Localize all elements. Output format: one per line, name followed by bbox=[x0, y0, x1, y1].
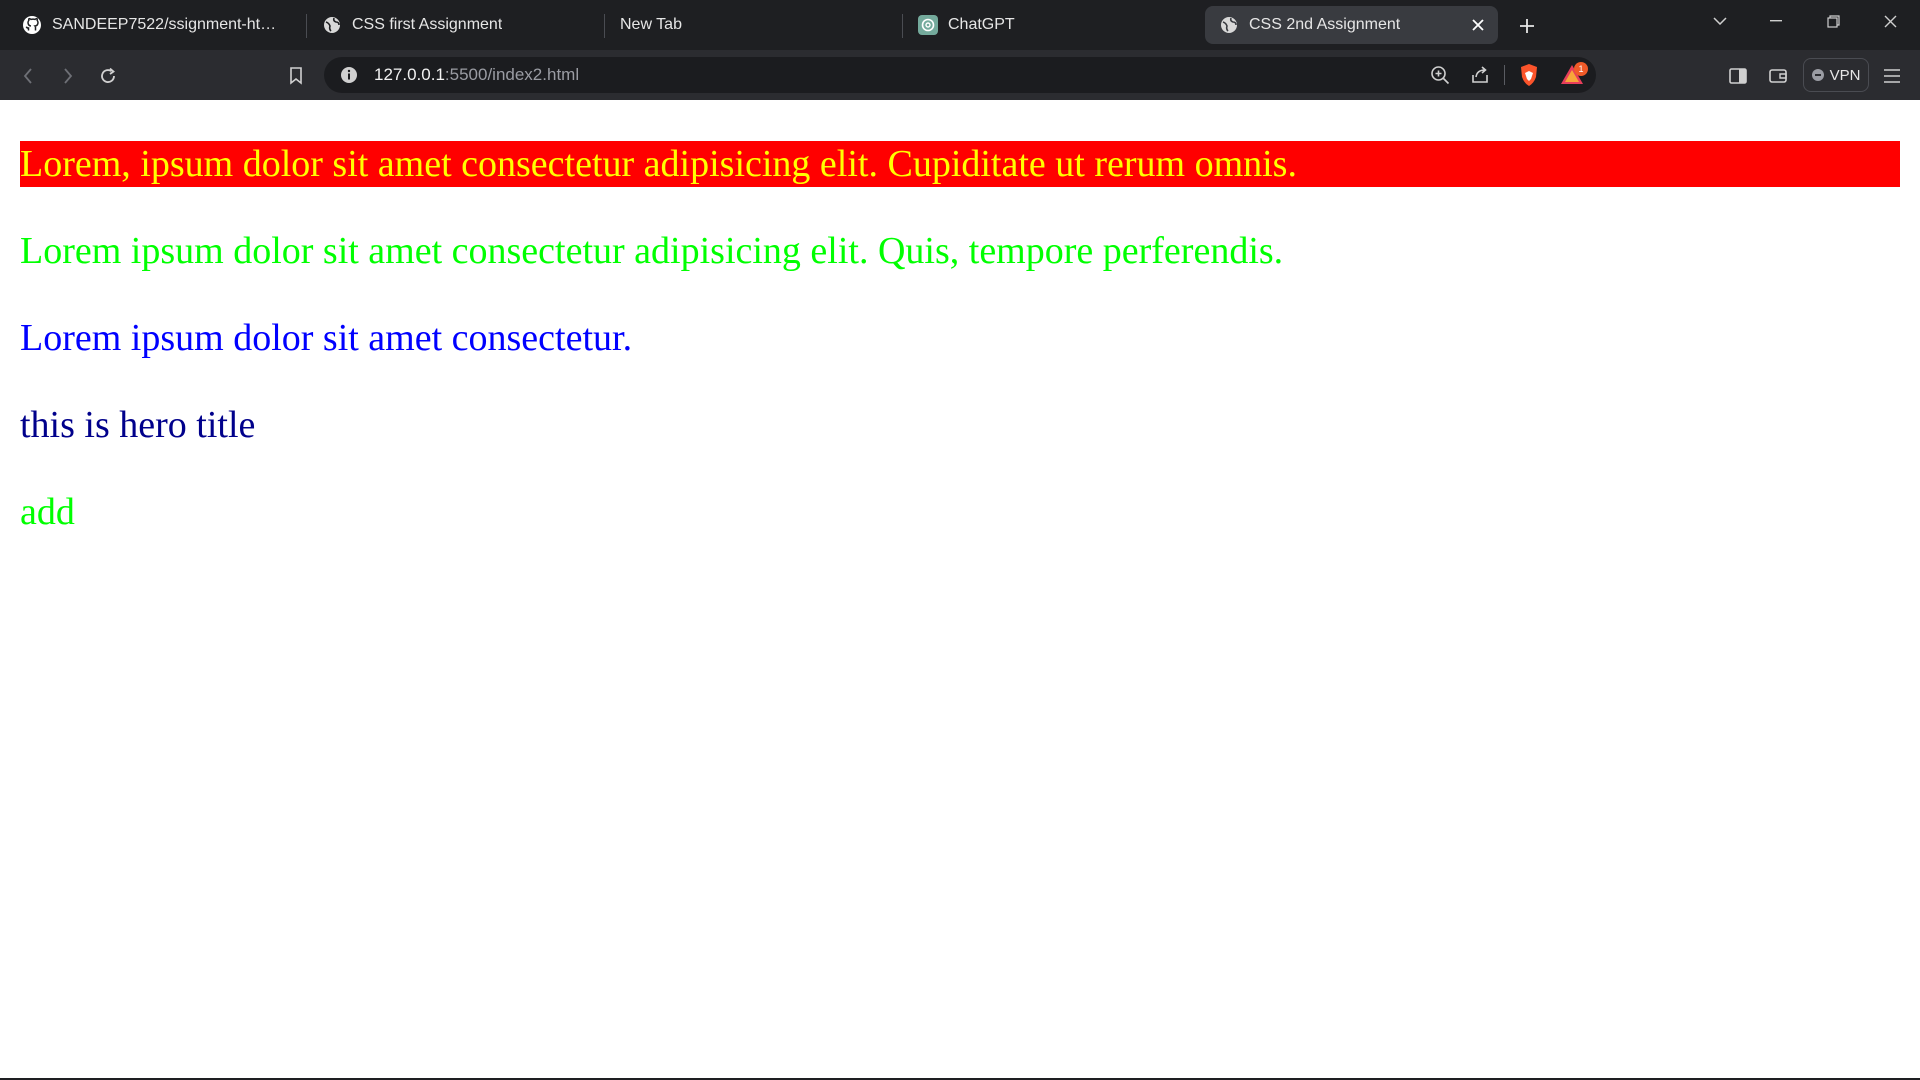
site-info-icon[interactable] bbox=[340, 66, 358, 84]
sidebar-toggle-icon[interactable] bbox=[1722, 60, 1754, 92]
share-icon[interactable] bbox=[1470, 65, 1490, 85]
blue-paragraph: Lorem ipsum dolor sit amet consectetur. bbox=[20, 317, 633, 359]
tab-chatgpt[interactable]: ChatGPT bbox=[904, 6, 1194, 44]
tab-strip: SANDEEP7522/ssignment-html-2 CSS first A… bbox=[0, 0, 1920, 50]
close-window-button[interactable] bbox=[1868, 6, 1912, 36]
address-bar[interactable]: 127.0.0.1:5500/index2.html 1 bbox=[324, 57, 1596, 93]
tab-separator bbox=[902, 14, 903, 38]
tab-label: CSS 2nd Assignment bbox=[1249, 16, 1401, 33]
tab-label: ChatGPT bbox=[948, 16, 1015, 33]
globe-icon bbox=[1219, 15, 1239, 35]
tab-label: CSS first Assignment bbox=[352, 16, 503, 33]
chatgpt-icon bbox=[918, 15, 938, 35]
zoom-icon[interactable] bbox=[1430, 65, 1450, 85]
bookmark-icon[interactable] bbox=[280, 60, 312, 92]
tab-github[interactable]: SANDEEP7522/ssignment-html-2 bbox=[8, 6, 298, 44]
github-icon bbox=[22, 15, 42, 35]
menu-icon[interactable] bbox=[1876, 60, 1908, 92]
vpn-label: VPN bbox=[1829, 66, 1861, 84]
hero-title: this is hero title bbox=[20, 404, 256, 446]
back-icon[interactable] bbox=[12, 60, 44, 92]
brave-shields-icon[interactable] bbox=[1518, 63, 1540, 87]
wallet-icon[interactable] bbox=[1762, 60, 1794, 92]
navigation-toolbar: 127.0.0.1:5500/index2.html 1 VPN bbox=[0, 50, 1920, 100]
tab-label: SANDEEP7522/ssignment-html-2 bbox=[52, 16, 284, 33]
globe-icon bbox=[322, 15, 342, 35]
rewards-badge: 1 bbox=[1574, 62, 1588, 76]
close-tab-icon[interactable] bbox=[1468, 15, 1488, 35]
tab-label: New Tab bbox=[620, 16, 682, 33]
url-host: 127.0.0.1 bbox=[374, 65, 445, 84]
highlighted-paragraph: Lorem, ipsum dolor sit amet consectetur … bbox=[20, 141, 1900, 187]
forward-icon[interactable] bbox=[52, 60, 84, 92]
green-paragraph: Lorem ipsum dolor sit amet consectetur a… bbox=[20, 230, 1284, 272]
tab-css-first-assignment[interactable]: CSS first Assignment bbox=[308, 6, 598, 44]
tab-css-2nd-assignment[interactable]: CSS 2nd Assignment bbox=[1205, 6, 1498, 44]
url-text[interactable]: 127.0.0.1:5500/index2.html bbox=[374, 65, 579, 85]
omnibox-separator bbox=[1504, 65, 1505, 85]
vpn-status-icon bbox=[1811, 69, 1824, 81]
tab-search-dropdown-icon[interactable] bbox=[1698, 6, 1742, 36]
reload-icon[interactable] bbox=[92, 60, 124, 92]
page-content: Lorem, ipsum dolor sit amet consectetur … bbox=[0, 100, 1920, 1078]
restore-button[interactable] bbox=[1811, 6, 1855, 36]
vpn-button[interactable]: VPN bbox=[1803, 58, 1869, 92]
tab-separator bbox=[306, 14, 307, 38]
tab-new-tab[interactable]: New Tab bbox=[606, 6, 896, 44]
add-text: add bbox=[20, 491, 75, 533]
minimize-button[interactable] bbox=[1754, 6, 1798, 36]
tab-separator bbox=[604, 14, 605, 38]
url-path: :5500/index2.html bbox=[444, 65, 580, 84]
new-tab-button[interactable] bbox=[1513, 12, 1541, 40]
brave-rewards-icon[interactable]: 1 bbox=[1560, 61, 1590, 89]
